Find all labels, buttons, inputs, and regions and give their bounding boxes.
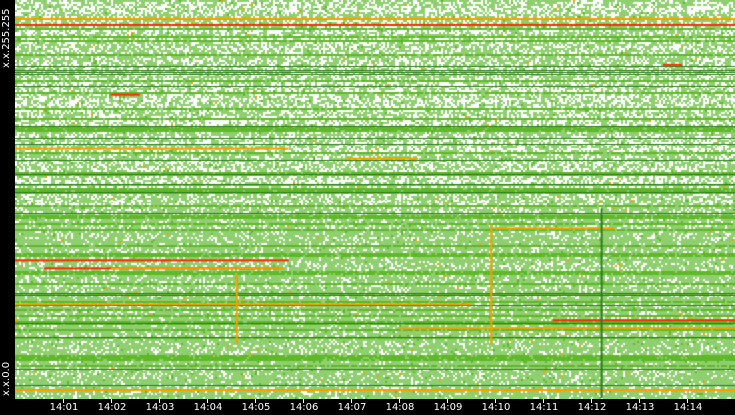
y-label-top: x.x.255.255 — [1, 8, 12, 68]
x-tick-label: 14:04 — [193, 402, 223, 413]
x-tick-label: 14:12 — [577, 402, 607, 413]
x-tick-label: 14:07 — [337, 402, 367, 413]
x-axis: 14:01 14:02 14:03 14:04 14:05 14:06 14:07 14:08… — [0, 399, 735, 415]
x-tick-label: 14:10 — [481, 402, 511, 413]
x-tick-label: 14:09 — [433, 402, 463, 413]
y-label-bottom: x.x.0.0 — [1, 361, 12, 396]
heatmap-canvas — [15, 0, 735, 399]
x-tick-label: 14:05 — [241, 402, 271, 413]
traffic-heatmap: x.x.255.255 x.x.0.0 14:01 14:02 14:03 14:04… — [0, 0, 735, 415]
y-axis: x.x.255.255 x.x.0.0 — [0, 0, 15, 399]
x-tick-label: 14:08 — [385, 402, 415, 413]
x-tick-label: 14:14 — [673, 402, 703, 413]
x-tick-label: 14:11 — [529, 402, 559, 413]
x-tick-label: 14:02 — [97, 402, 127, 413]
x-tick-label: 14:03 — [145, 402, 175, 413]
x-tick-label: 14:06 — [289, 402, 319, 413]
x-tick-label: 14:01 — [49, 402, 79, 413]
x-tick-label: 14:13 — [625, 402, 655, 413]
